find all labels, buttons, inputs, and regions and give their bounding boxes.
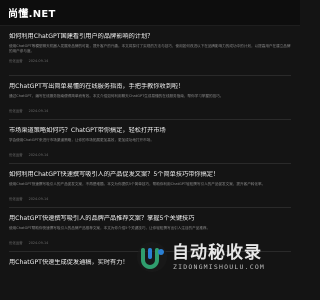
article-title[interactable]: 如何利用ChatGPT国建看引用户的品牌影响的计划？ xyxy=(9,33,291,41)
article-excerpt: 学会使用ChatGPT来进行市场渠道策略，让你的市场拓展更加高效，更加成功地打开… xyxy=(9,138,154,142)
article-excerpt: 通过ChatGPT，编写在线服务指南便得简单而有效。本文介绍如何利用聊天Chat… xyxy=(9,94,224,98)
article-date: 2024-09-14 xyxy=(28,197,49,201)
article-excerpt: 使用ChatGPT帮助你快速撰写吸引人的品牌产品推荐文案，本文为你介绍5个关键技… xyxy=(9,226,211,230)
watermark-url: ZIDONGMISHOULU.COM xyxy=(173,263,266,271)
watermark-text: 自动秘收录 ZIDONGMISHOULU.COM xyxy=(172,243,265,271)
article-date: 2024-09-14 xyxy=(28,153,49,157)
article-excerpt: 使用ChatGPT等模型聊天机器人发展来品牌的可能，提升客户的兴趣。本文将探讨了… xyxy=(9,44,291,53)
article-title[interactable]: 用ChatGPT写出简单易懂的在线服务指南，手把手教你收到啦！ xyxy=(9,83,291,91)
article-meta: 优化运营 2024-09-14 xyxy=(9,153,48,158)
article-date: 2024-09-14 xyxy=(28,241,49,245)
watermark: 自动秘收录 ZIDONGMISHOULU.COM xyxy=(136,239,298,275)
watermark-brand: 自动秘收录 xyxy=(172,243,262,263)
article-item: 如何利用ChatGPT国建看引用户的品牌影响的计划？ 使用ChatGPT等模型聊… xyxy=(9,26,291,76)
article-date: 2024-09-14 xyxy=(28,59,49,63)
article-title[interactable]: 市场渠道策略如何巧？ChatGPT带你搞定，轻松打开市场 xyxy=(9,127,291,135)
article-date: 2024-09-14 xyxy=(28,109,49,113)
article-title[interactable]: 用ChatGPT快速撰写吸引人的品牌产品推荐文案？掌握5个关键技巧 xyxy=(9,215,291,223)
watermark-logo-icon xyxy=(136,241,168,273)
article-meta: 优化运营 2024-09-14 xyxy=(9,197,48,202)
article-item: 市场渠道策略如何巧？ChatGPT带你搞定，轻松打开市场 学会使用ChatGPT… xyxy=(9,120,291,164)
article-meta: 优化运营 2024-09-14 xyxy=(9,59,48,64)
article-item: 用ChatGPT写出简单易懂的在线服务指南，手把手教你收到啦！ 通过ChatGP… xyxy=(9,76,291,120)
article-category[interactable]: 优化运营 xyxy=(9,197,23,201)
article-category[interactable]: 优化运营 xyxy=(9,59,23,63)
article-item: 如何利用ChatGPT快速撰写吸引人的产品促发文案？5个简单技巧带你搞定！ 使用… xyxy=(9,164,291,208)
article-category[interactable]: 优化运营 xyxy=(9,153,23,157)
site-header: 尚懂.NET xyxy=(0,0,300,26)
article-title[interactable]: 如何利用ChatGPT快速撰写吸引人的产品促发文案？5个简单技巧带你搞定！ xyxy=(9,171,291,179)
article-excerpt: 使用ChatGPT快速撰写吸引人的产品促发文案，不再是难题。本文为你提供5个简单… xyxy=(9,182,266,186)
article-category[interactable]: 优化运营 xyxy=(9,241,23,245)
site-logo[interactable]: 尚懂.NET xyxy=(8,5,56,20)
article-meta: 优化运营 2024-09-14 xyxy=(9,109,48,114)
article-category[interactable]: 优化运营 xyxy=(9,109,23,113)
article-meta: 优化运营 2024-09-14 xyxy=(9,241,48,246)
